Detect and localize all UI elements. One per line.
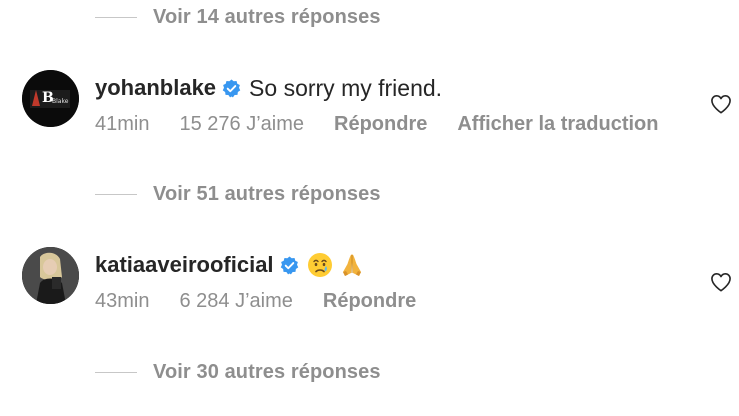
comment-time[interactable]: 43min bbox=[95, 290, 149, 313]
comment-time[interactable]: 41min bbox=[95, 113, 149, 136]
thread-line bbox=[95, 193, 137, 195]
comment-item: katiaaveirooficial 43min 6 284 J’aime Ré… bbox=[22, 247, 732, 337]
view-replies-label: Voir 30 autres réponses bbox=[153, 360, 381, 383]
like-count[interactable]: 15 276 J’aime bbox=[179, 113, 304, 136]
reply-button[interactable]: Répondre bbox=[334, 113, 427, 136]
svg-text:Blake: Blake bbox=[52, 98, 69, 105]
avatar[interactable]: B Blake bbox=[22, 70, 79, 127]
avatar[interactable] bbox=[22, 247, 79, 304]
like-count[interactable]: 6 284 J’aime bbox=[179, 290, 292, 313]
view-replies-toggle[interactable]: Voir 30 autres réponses bbox=[95, 357, 381, 387]
reply-button[interactable]: Répondre bbox=[323, 290, 416, 313]
view-replies-toggle[interactable]: Voir 51 autres réponses bbox=[95, 179, 381, 209]
thread-line bbox=[95, 371, 137, 373]
view-replies-toggle[interactable]: Voir 14 autres réponses bbox=[95, 2, 381, 32]
username[interactable]: katiaaveirooficial bbox=[95, 252, 274, 278]
crying-face-icon bbox=[307, 253, 332, 277]
translate-button[interactable]: Afficher la traduction bbox=[457, 113, 658, 136]
comment-item: B Blake yohanblake So sorry my friend. 4… bbox=[22, 70, 732, 160]
thread-line bbox=[95, 16, 137, 18]
username[interactable]: yohanblake bbox=[95, 75, 216, 101]
heart-outline-icon[interactable] bbox=[710, 272, 732, 292]
verified-badge-icon bbox=[222, 78, 241, 97]
verified-badge-icon bbox=[280, 255, 298, 274]
folded-hands-icon bbox=[342, 254, 361, 276]
heart-outline-icon[interactable] bbox=[710, 94, 732, 114]
comment-text: So sorry my friend. bbox=[249, 74, 443, 101]
view-replies-label: Voir 14 autres réponses bbox=[153, 5, 381, 28]
view-replies-label: Voir 51 autres réponses bbox=[153, 182, 381, 205]
